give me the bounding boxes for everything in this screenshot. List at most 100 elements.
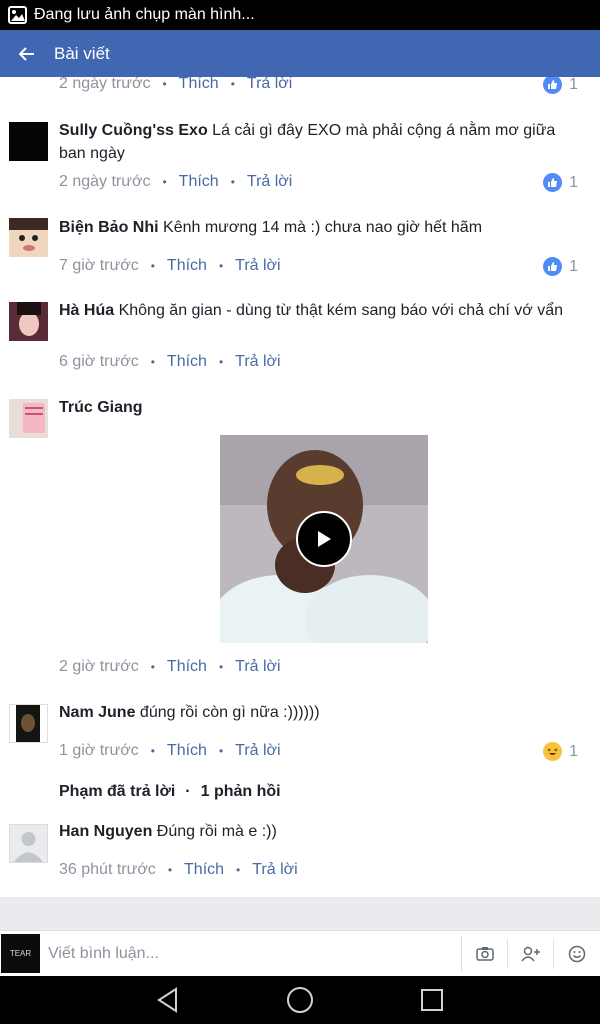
comment-author[interactable]: Hà Húa: [59, 302, 114, 319]
separator-dot: •: [218, 259, 224, 273]
separator-dot: •: [218, 660, 224, 674]
like-link[interactable]: Thích: [167, 353, 207, 371]
like-link[interactable]: Thích: [167, 742, 207, 760]
reply-link[interactable]: Trả lời: [235, 742, 280, 760]
add-person-icon: [520, 946, 540, 961]
comment-meta: 7 giờ trước • Thích • Trả lời: [59, 257, 281, 275]
separator-dot: •: [236, 863, 241, 877]
comment-author[interactable]: Trúc Giang: [59, 399, 143, 416]
view-replies-link[interactable]: Phạm đã trả lời · 1 phản hồi: [59, 783, 281, 801]
comment-time: 36 phút trước: [59, 861, 156, 878]
reaction-count: 1: [569, 742, 578, 760]
avatar-image: [16, 705, 40, 742]
like-link[interactable]: Thích: [167, 658, 207, 676]
comment-meta: 6 giờ trước • Thích • Trả lời: [59, 353, 281, 371]
nav-back-button[interactable]: [102, 976, 234, 1024]
reply-link[interactable]: Trả lời: [235, 353, 280, 371]
nav-home-button[interactable]: [234, 976, 366, 1024]
reply-count: 1 phản hồi: [200, 783, 281, 800]
reaction-summary[interactable]: 1: [543, 257, 578, 276]
comment-author[interactable]: Sully Cuồng'ss Exo: [59, 122, 208, 139]
like-icon: [543, 173, 563, 192]
like-icon: [543, 77, 563, 94]
comment-text: Kênh mương 14 mà :) chưa nao giờ hết hãm: [163, 219, 483, 236]
reaction-summary[interactable]: 1: [543, 77, 578, 94]
separator-dot: •: [167, 863, 173, 877]
comment-meta: 2 ngày trước • Thích • Trả lời: [59, 173, 292, 191]
comment-body: Hà Húa Không ăn gian - dùng từ thật kém …: [59, 299, 579, 322]
reply-link[interactable]: Trả lời: [247, 77, 292, 93]
camera-icon: [475, 947, 494, 961]
default-avatar-icon: [10, 825, 47, 862]
system-nav-bar: [0, 976, 600, 1024]
reaction-summary[interactable]: 1: [543, 173, 578, 192]
comment-author[interactable]: Han Nguyen: [59, 823, 152, 840]
avatar[interactable]: [9, 399, 48, 438]
like-link[interactable]: Thích: [167, 257, 207, 275]
comment-meta: 2 ngày trước • Thích • Trả lời: [59, 77, 292, 93]
play-button[interactable]: [296, 511, 352, 567]
comment-body: Sully Cuồng'ss Exo Lá cải gì đây EXO mà …: [59, 119, 579, 165]
page-title: Bài viết: [54, 43, 110, 63]
like-link[interactable]: Thích: [179, 77, 219, 93]
comment-text: Không ăn gian - dùng từ thật kém sang bá…: [118, 302, 563, 319]
reply-link[interactable]: Trả lời: [235, 257, 280, 275]
nav-recents-button[interactable]: [366, 976, 498, 1024]
reply-link[interactable]: Trả lời: [247, 173, 292, 191]
play-icon: [318, 531, 331, 547]
smiley-icon: [568, 945, 586, 962]
sticker-button[interactable]: [554, 939, 600, 969]
comment-author[interactable]: Nam June: [59, 704, 135, 721]
comment-body: Biện Bảo Nhi Kênh mương 14 mà :) chưa na…: [59, 216, 579, 239]
comment-body: Trúc Giang: [59, 396, 579, 419]
avatar-image: [9, 302, 48, 341]
avatar-image: [9, 399, 48, 438]
comment-time: 2 ngày trước: [59, 173, 151, 190]
comment-input[interactable]: Viết bình luận...: [40, 935, 462, 972]
reaction-summary[interactable]: 1: [543, 742, 578, 761]
camera-button[interactable]: [462, 938, 508, 969]
separator-dot: •: [150, 660, 155, 674]
like-link[interactable]: Thích: [179, 173, 219, 191]
reply-link[interactable]: Trả lời: [235, 658, 280, 676]
tag-friend-button[interactable]: [508, 938, 554, 969]
back-triangle-icon: [157, 987, 177, 1013]
separator-dot: •: [162, 77, 167, 91]
avatar[interactable]: [9, 302, 48, 341]
comment-time: 7 giờ trước: [59, 257, 139, 274]
comment-list: 2 ngày trước • Thích • Trả lời 1 Sully C…: [0, 77, 600, 897]
replier-text: Phạm đã trả lời: [59, 783, 176, 800]
home-circle-icon: [287, 987, 313, 1013]
comment-time: 6 giờ trước: [59, 353, 139, 370]
like-link[interactable]: Thích: [184, 861, 224, 879]
separator-dot: •: [230, 77, 235, 91]
comment-composer: TEAR Viết bình luận...: [0, 930, 600, 976]
comment-time: 1 giờ trước: [59, 742, 139, 759]
back-button[interactable]: [0, 30, 54, 77]
status-text: Đang lưu ảnh chụp màn hình...: [34, 6, 255, 23]
recents-square-icon: [421, 989, 443, 1011]
app-header: Bài viết: [0, 30, 600, 77]
separator-dot: •: [218, 744, 224, 758]
status-bar: Đang lưu ảnh chụp màn hình...: [0, 0, 600, 30]
reaction-count: 1: [569, 257, 578, 275]
reaction-count: 1: [569, 77, 578, 93]
avatar[interactable]: [9, 218, 48, 257]
separator-dot: •: [218, 355, 224, 369]
avatar-image: [9, 218, 48, 257]
avatar[interactable]: [9, 122, 48, 161]
separator-dot: •: [150, 744, 155, 758]
reaction-count: 1: [569, 173, 578, 191]
comment-body: Nam June đúng rồi còn gì nữa :)))))): [59, 701, 579, 724]
comment-text: đúng rồi còn gì nữa :)))))): [139, 704, 320, 721]
video-attachment[interactable]: [220, 435, 428, 643]
avatar[interactable]: [9, 824, 48, 863]
avatar[interactable]: [9, 704, 48, 743]
separator-dot: ·: [185, 783, 191, 800]
section-divider: [0, 897, 600, 930]
reply-link[interactable]: Trả lời: [252, 861, 297, 879]
my-avatar: TEAR: [1, 934, 40, 973]
comment-time: 2 ngày trước: [59, 77, 151, 92]
comment-author[interactable]: Biện Bảo Nhi: [59, 219, 159, 236]
comment-meta: 1 giờ trước • Thích • Trả lời: [59, 742, 281, 760]
